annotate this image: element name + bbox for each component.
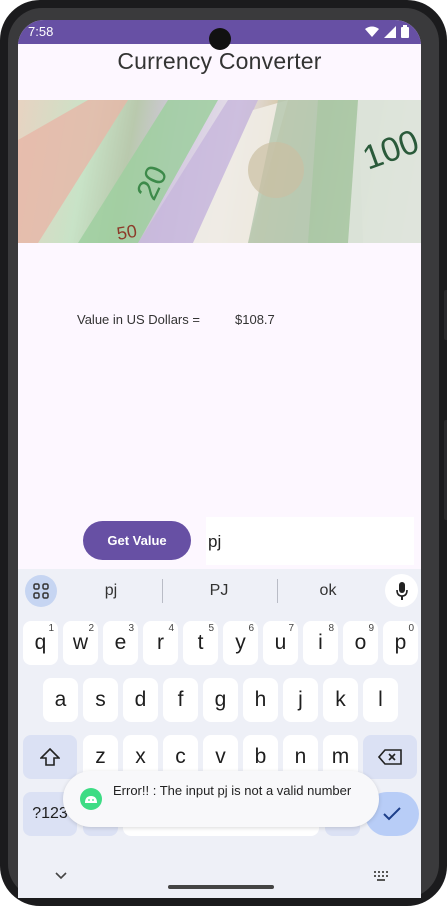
shift-arrow-icon [40, 748, 60, 766]
microphone-icon [395, 581, 408, 600]
key-h[interactable]: h [243, 678, 278, 722]
key-label: u [274, 631, 287, 654]
key-hint: 1 [48, 623, 54, 634]
key-hint: 7 [288, 623, 294, 634]
checkmark-icon [383, 807, 401, 821]
suggestion-1[interactable]: pj [61, 582, 161, 600]
key-q[interactable]: q1 [23, 621, 58, 665]
camera-cutout [209, 28, 231, 50]
key-hint: 0 [408, 623, 414, 634]
grid-icon [33, 583, 49, 599]
key-p[interactable]: p0 [383, 621, 418, 665]
key-hint: 9 [368, 623, 374, 634]
keyboard-switch-icon[interactable] [373, 870, 389, 882]
key-hint: 5 [208, 623, 214, 634]
banknotes-illustration: 20 50 100 [18, 100, 421, 243]
key-e[interactable]: e3 [103, 621, 138, 665]
key-label: p [394, 631, 407, 654]
key-label: e [114, 631, 127, 654]
key-f[interactable]: f [163, 678, 198, 722]
status-time: 7:58 [28, 24, 54, 39]
key-g[interactable]: g [203, 678, 238, 722]
hide-keyboard-icon[interactable] [54, 870, 68, 880]
key-hint: 8 [328, 623, 334, 634]
value-label: Value in US Dollars = [77, 312, 200, 327]
voice-input-button[interactable] [385, 574, 418, 607]
value-amount: $108.7 [235, 312, 275, 327]
key-u[interactable]: u7 [263, 621, 298, 665]
key-l[interactable]: l [363, 678, 398, 722]
battery-icon [401, 25, 409, 38]
key-hint: 2 [88, 623, 94, 634]
key-hint: 6 [248, 623, 254, 634]
key-t[interactable]: t5 [183, 621, 218, 665]
key-hint: 4 [168, 623, 174, 634]
wifi-icon [365, 26, 379, 37]
key-y[interactable]: y6 [223, 621, 258, 665]
key-w[interactable]: w2 [63, 621, 98, 665]
key-o[interactable]: o9 [343, 621, 378, 665]
key-d[interactable]: d [123, 678, 158, 722]
key-r[interactable]: r4 [143, 621, 178, 665]
key-label: q [34, 631, 47, 654]
suggestion-2[interactable]: PJ [169, 582, 269, 600]
key-i[interactable]: i8 [303, 621, 338, 665]
key-label: r [157, 631, 164, 654]
keyboard-apps-button[interactable] [25, 575, 57, 607]
screen: 7:58 Currency Converter 20 50 100 Value … [18, 20, 421, 898]
suggestion-divider [162, 579, 163, 603]
soft-keyboard: pj PJ ok q1 w2 e3 r4 t5 y6 u7 i8 o9 p0 a… [18, 569, 421, 898]
key-k[interactable]: k [323, 678, 358, 722]
backspace-key[interactable] [363, 735, 417, 779]
get-value-button[interactable]: Get Value [83, 521, 191, 560]
error-toast: Error!! : The input pj is not a valid nu… [63, 771, 379, 827]
app-title: Currency Converter [117, 48, 322, 74]
toast-message: Error!! : The input pj is not a valid nu… [113, 783, 352, 798]
key-label: i [318, 631, 323, 654]
currency-banner-image: 20 50 100 [18, 100, 421, 243]
svg-text:50: 50 [115, 221, 138, 243]
android-icon [80, 788, 102, 810]
key-j[interactable]: j [283, 678, 318, 722]
key-hint: 3 [128, 623, 134, 634]
signal-icon [384, 25, 396, 38]
key-label: y [235, 631, 246, 654]
status-icons [365, 25, 409, 38]
backspace-icon [378, 749, 402, 765]
key-s[interactable]: s [83, 678, 118, 722]
shift-key[interactable] [23, 735, 77, 779]
key-label: t [197, 631, 204, 654]
home-gesture-bar[interactable] [168, 885, 274, 889]
key-label: o [354, 631, 367, 654]
key-label: w [72, 631, 89, 654]
key-a[interactable]: a [43, 678, 78, 722]
suggestion-3[interactable]: ok [278, 582, 378, 600]
amount-input[interactable]: pj [206, 517, 414, 565]
